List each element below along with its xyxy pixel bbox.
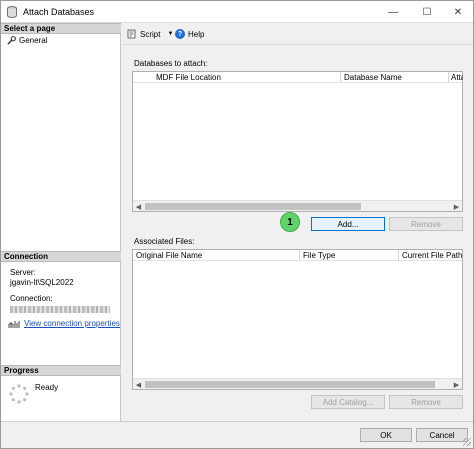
script-icon (127, 29, 136, 39)
scroll-left-icon[interactable]: ◀ (133, 201, 144, 212)
progress-status: Ready (35, 383, 59, 392)
step-annotation-badge: 1 (280, 212, 300, 232)
databases-group-label: Databases to attach: (134, 59, 208, 68)
ok-button[interactable]: OK (360, 428, 412, 442)
scroll-right-icon[interactable]: ▶ (451, 379, 462, 390)
wrench-icon (7, 36, 16, 45)
server-value: jgavin-lt\SQL2022 (10, 278, 74, 287)
server-label: Server: (10, 268, 36, 277)
scroll-thumb[interactable] (145, 203, 361, 210)
title-bar: Attach Databases — ☐ ✕ (1, 1, 473, 23)
databases-horizontal-scrollbar[interactable]: ◀ ▶ (133, 200, 462, 211)
column-header-attach-as[interactable]: Atta (451, 73, 463, 82)
script-dropdown-icon[interactable]: ▼ (167, 31, 173, 37)
databases-grid[interactable]: MDF File Location Database Name Atta ◀ ▶ (132, 71, 463, 212)
help-label: Help (188, 29, 205, 39)
database-icon (7, 6, 17, 18)
connection-header: Connection (1, 251, 121, 262)
dialog-footer: OK Cancel (1, 421, 473, 448)
window-title: Attach Databases (23, 7, 95, 17)
connection-label: Connection: (10, 294, 53, 303)
associated-files-grid-header: Original File Name File Type Current Fil… (133, 250, 462, 261)
add-catalog-button[interactable]: Add Catalog... (311, 395, 385, 409)
add-button[interactable]: Add... (311, 217, 385, 231)
column-header-current-file-path[interactable]: Current File Path (402, 251, 463, 260)
cancel-button[interactable]: Cancel (416, 428, 468, 442)
remove-database-button[interactable]: Remove (389, 217, 463, 231)
column-header-database-name[interactable]: Database Name (344, 73, 402, 82)
script-button[interactable]: Script ▼ (127, 29, 173, 39)
scroll-thumb[interactable] (145, 381, 435, 388)
scroll-left-icon[interactable]: ◀ (133, 379, 144, 390)
column-header-mdf-location[interactable]: MDF File Location (156, 73, 221, 82)
progress-spinner-icon (9, 384, 29, 404)
help-icon: ? (175, 29, 185, 39)
connection-value-redacted (10, 306, 110, 313)
page-item-general[interactable]: General (7, 36, 47, 45)
databases-grid-header: MDF File Location Database Name Atta (133, 72, 463, 83)
scroll-right-icon[interactable]: ▶ (451, 201, 462, 212)
progress-header: Progress (1, 365, 121, 376)
page-item-label: General (19, 36, 48, 45)
connection-properties-icon (8, 321, 20, 328)
minimize-button[interactable]: — (377, 1, 409, 23)
column-header-file-type[interactable]: File Type (303, 251, 335, 260)
associated-files-group-label: Associated Files: (134, 237, 195, 246)
resize-grip[interactable] (463, 438, 471, 446)
maximize-button[interactable]: ☐ (411, 1, 443, 23)
column-header-original-file-name[interactable]: Original File Name (136, 251, 202, 260)
close-button[interactable]: ✕ (442, 1, 474, 23)
script-label: Script (140, 29, 161, 39)
select-page-header: Select a page (1, 23, 121, 34)
attach-databases-window: Attach Databases — ☐ ✕ Select a page Gen… (0, 0, 474, 449)
remove-file-button[interactable]: Remove (389, 395, 463, 409)
help-button[interactable]: ? Help (175, 29, 204, 39)
left-pane: Select a page General Connection Server:… (1, 23, 121, 421)
toolbar: Script ▼ ? Help (122, 23, 473, 45)
view-connection-properties-link[interactable]: View connection properties (24, 319, 120, 328)
associated-files-grid[interactable]: Original File Name File Type Current Fil… (132, 249, 463, 390)
associated-horizontal-scrollbar[interactable]: ◀ ▶ (133, 378, 462, 389)
